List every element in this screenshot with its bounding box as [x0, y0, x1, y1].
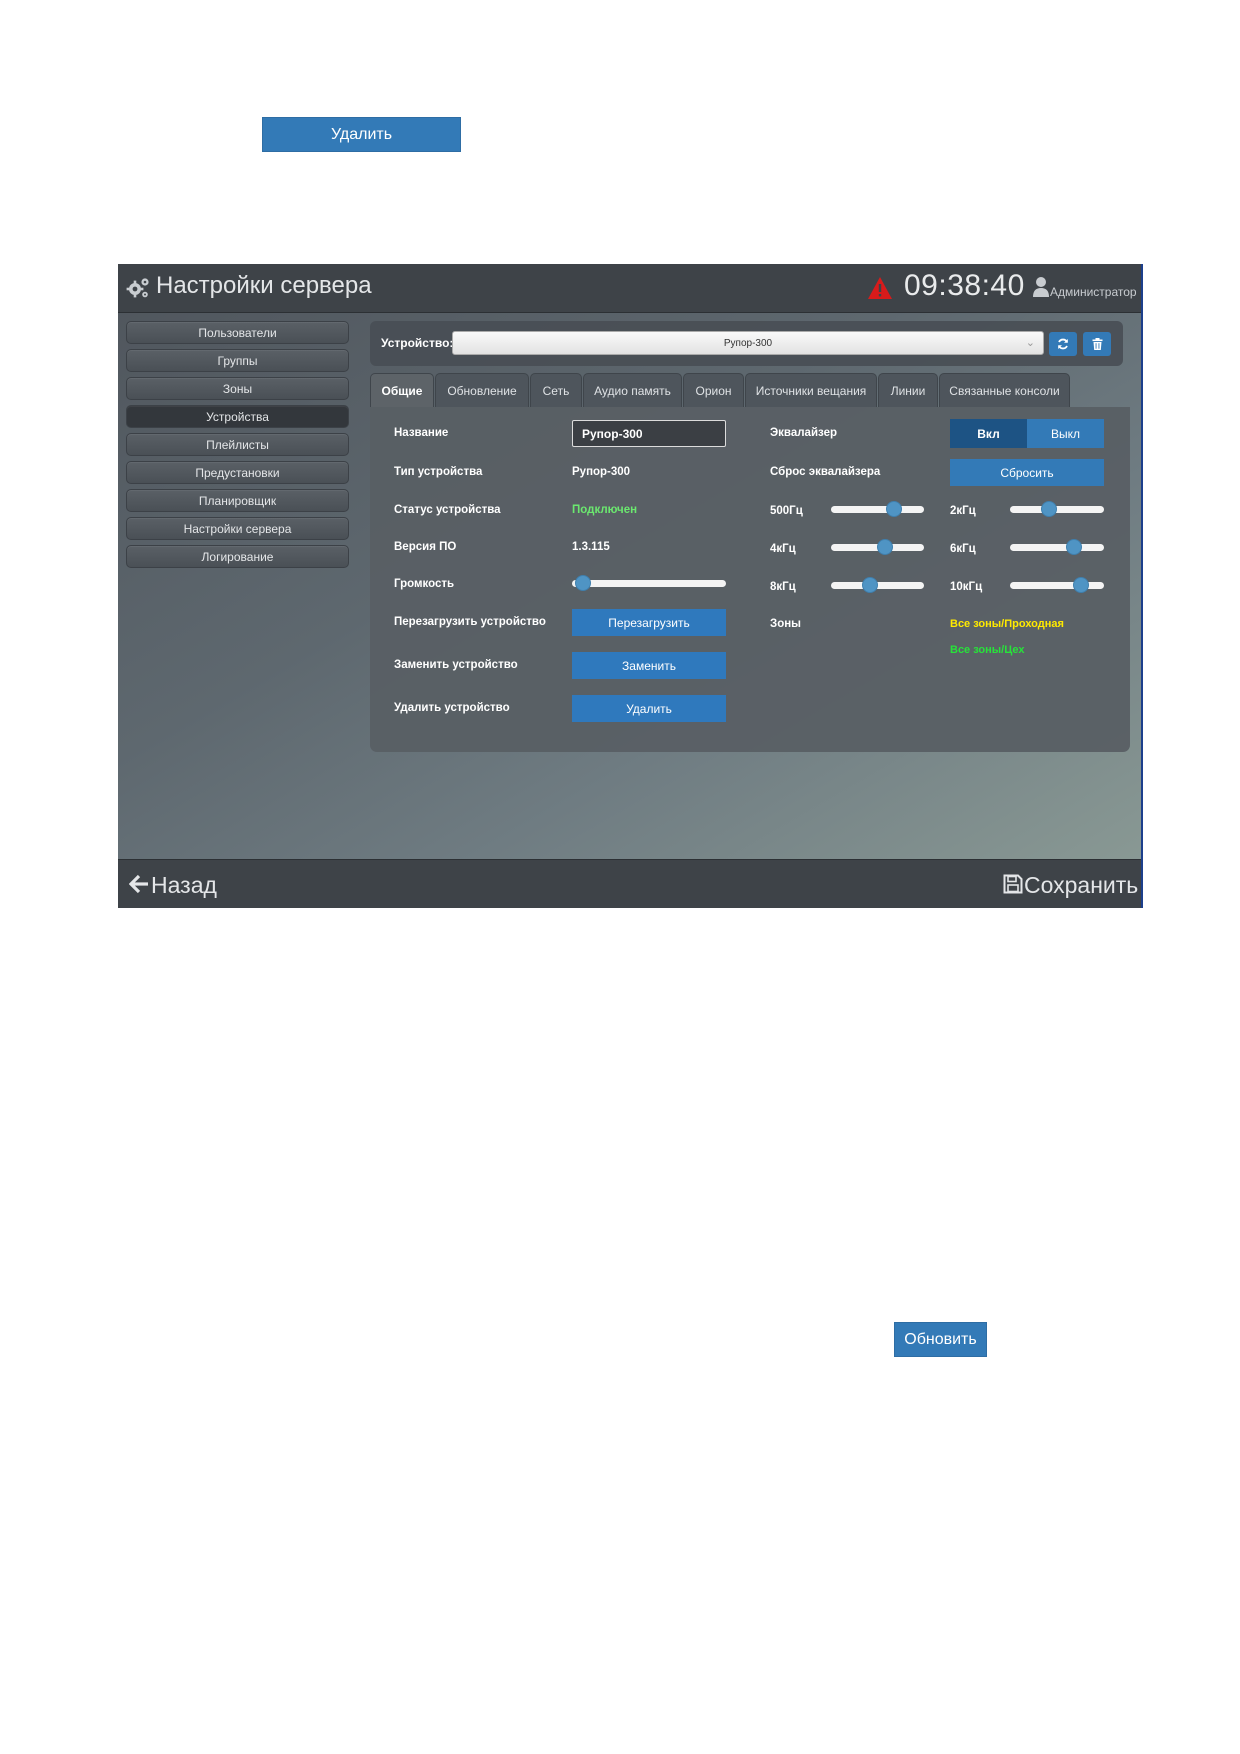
sidebar-item-users[interactable]: Пользователи [126, 321, 349, 344]
zone-link[interactable]: Все зоны/Цех [950, 644, 1025, 656]
delete-button[interactable]: Удалить [572, 695, 726, 722]
app-screenshot: Настройки сервера 09:38:40 Администратор… [118, 264, 1143, 908]
document-refresh-button[interactable]: Обновить [894, 1322, 987, 1357]
volume-slider[interactable] [572, 575, 726, 591]
trash-icon [1092, 338, 1102, 350]
eq-band-label: 4кГц [770, 543, 796, 555]
device-status-value: Подключен [572, 504, 638, 516]
eq-band-handle[interactable] [1072, 577, 1089, 593]
eq-band-label: 6кГц [950, 543, 976, 555]
back-label: Назад [151, 872, 217, 898]
page-title: Настройки сервера [156, 272, 372, 299]
delete-device-label: Удалить устройство [394, 702, 510, 714]
device-select[interactable]: Рупор-300 ⌄ [452, 331, 1044, 355]
tab-broadcast-sources[interactable]: Источники вещания [745, 373, 877, 407]
document-delete-button[interactable]: Удалить [262, 117, 461, 152]
zones-label: Зоны [770, 618, 801, 630]
volume-label: Громкость [394, 578, 455, 590]
equalizer-label: Эквалайзер [770, 427, 838, 439]
tab-orion[interactable]: Орион [683, 373, 744, 407]
replace-button[interactable]: Заменить [572, 652, 726, 679]
eq-band-label: 8кГц [770, 581, 796, 593]
floppy-disk-icon [1003, 874, 1023, 894]
tab-lines[interactable]: Линии [878, 373, 938, 407]
reboot-label: Перезагрузить устройство [394, 616, 546, 628]
eq-band-handle[interactable] [1041, 501, 1058, 517]
eq-band-label: 10кГц [950, 581, 983, 593]
eq-band-label: 500Гц [770, 505, 803, 517]
equalizer-reset-button[interactable]: Сбросить [950, 459, 1104, 486]
equalizer-reset-label: Сброс эквалайзера [770, 466, 881, 478]
sidebar-item-groups[interactable]: Группы [126, 349, 349, 372]
user-icon [1033, 277, 1049, 297]
device-type-label: Тип устройства [394, 466, 483, 478]
firmware-label: Версия ПО [394, 541, 457, 553]
reboot-button[interactable]: Перезагрузить [572, 609, 726, 636]
sidebar-item-logging[interactable]: Логирование [126, 545, 349, 568]
eq-band-handle[interactable] [1065, 539, 1082, 555]
tab-network[interactable]: Сеть [530, 373, 582, 407]
zone-link[interactable]: Все зоны/Проходная [950, 618, 1064, 630]
sidebar-item-presets[interactable]: Предустановки [126, 461, 349, 484]
eq-band-handle[interactable] [876, 539, 893, 555]
top-bar: Настройки сервера 09:38:40 Администратор [118, 264, 1141, 313]
tab-general[interactable]: Общие [370, 373, 434, 407]
warning-icon[interactable] [867, 276, 893, 300]
sidebar-item-zones[interactable]: Зоны [126, 377, 349, 400]
equalizer-on-button[interactable]: Вкл [950, 419, 1027, 448]
equalizer-off-button[interactable]: Выкл [1027, 419, 1104, 448]
firmware-value: 1.3.115 [572, 541, 610, 553]
name-field[interactable]: Рупор-300 [572, 420, 726, 447]
device-label: Устройство: [381, 336, 454, 350]
device-type-value: Рупор-300 [572, 466, 631, 478]
tab-audio-memory[interactable]: Аудио память [583, 373, 682, 407]
arrow-left-icon [129, 874, 148, 894]
equalizer-toggle: Вкл Выкл [950, 419, 1104, 448]
device-bar: Устройство: Рупор-300 ⌄ [370, 321, 1123, 366]
device-status-label: Статус устройства [394, 504, 501, 516]
sidebar-item-scheduler[interactable]: Планировщик [126, 489, 349, 512]
eq-band-handle[interactable] [862, 577, 879, 593]
volume-slider-handle[interactable] [574, 575, 591, 591]
sidebar-item-server-settings[interactable]: Настройки сервера [126, 517, 349, 540]
sync-icon [1058, 338, 1068, 350]
sidebar-item-playlists[interactable]: Плейлисты [126, 433, 349, 456]
replace-label: Заменить устройство [394, 659, 518, 671]
name-label: Название [394, 427, 449, 439]
eq-band-label: 2кГц [950, 505, 976, 517]
save-label: Сохранить [1024, 872, 1139, 898]
tab-linked-consoles[interactable]: Связанные консоли [939, 373, 1070, 407]
eq-band-slider[interactable] [1010, 577, 1104, 593]
bottom-bar: Назад Сохранить [118, 859, 1141, 908]
clock: 09:38:40 [904, 269, 1025, 302]
device-select-value: Рупор-300 [723, 337, 773, 349]
eq-band-slider[interactable] [831, 501, 924, 517]
eq-band-slider[interactable] [1010, 501, 1104, 517]
delete-device-button[interactable] [1083, 332, 1111, 356]
chevron-down-icon: ⌄ [1025, 337, 1035, 349]
eq-band-slider[interactable] [1010, 539, 1104, 555]
eq-band-slider[interactable] [831, 577, 924, 593]
user-name[interactable]: Администратор [1050, 285, 1137, 299]
gear-icon [126, 278, 149, 298]
eq-band-handle[interactable] [886, 501, 903, 517]
tab-update[interactable]: Обновление [435, 373, 529, 407]
sync-button[interactable] [1049, 332, 1077, 356]
sidebar-item-devices[interactable]: Устройства [126, 405, 349, 428]
general-settings-panel: Название Рупор-300 Тип устройства Рупор-… [370, 407, 1130, 752]
eq-band-slider[interactable] [831, 539, 924, 555]
